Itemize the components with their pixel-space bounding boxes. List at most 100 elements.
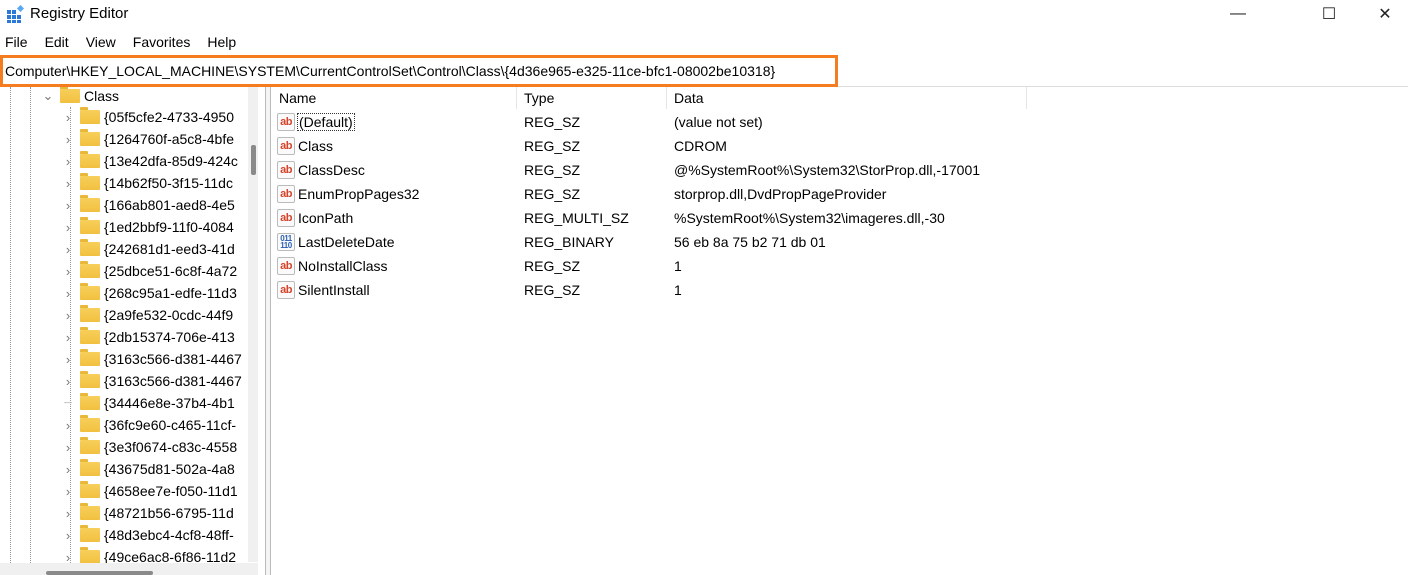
column-header-data[interactable]: Data [667,87,1027,109]
address-bar[interactable]: Computer\HKEY_LOCAL_MACHINE\SYSTEM\Curre… [0,55,838,87]
chevron-right-icon[interactable]: › [62,110,74,125]
tree-node[interactable]: › {13e42dfa-85d9-424c [62,150,238,172]
folder-icon [80,437,100,454]
tree-node[interactable]: › {3163c566-d381-4467 [62,348,242,370]
tree-node[interactable]: › {25dbce51-6c8f-4a72 [62,260,237,282]
tree-vertical-scrollbar[interactable] [248,87,258,562]
value-name: EnumPropPages32 [298,186,420,202]
value-name: IconPath [298,210,354,226]
scrollbar-thumb[interactable] [46,571,153,575]
tree-node-label: {2db15374-706e-413 [104,329,235,345]
chevron-right-icon[interactable]: › [62,286,74,301]
tree-node[interactable]: › {242681d1-eed3-41d [62,238,235,260]
chevron-right-icon[interactable]: › [62,198,74,213]
value-row[interactable]: ab (Default) REG_SZ (value not set) [272,110,763,134]
tree-node-label: {242681d1-eed3-41d [104,241,235,257]
tree-node[interactable]: › {3e3f0674-c83c-4558 [62,436,237,458]
value-data: @%SystemRoot%\System32\StorProp.dll,-170… [674,162,981,178]
menu-edit[interactable]: Edit [40,34,77,54]
chevron-right-icon[interactable]: › [62,264,74,279]
chevron-right-icon[interactable]: › [62,418,74,433]
value-row[interactable]: 011 110 LastDeleteDate REG_BINARY 56 eb 8a 7… [272,230,826,254]
chevron-right-icon[interactable]: › [62,484,74,499]
value-type: REG_SZ [524,258,581,274]
scrollbar-thumb[interactable] [251,145,256,175]
string-value-icon: ab [277,137,295,155]
tree-node[interactable]: › {2a9fe532-0cdc-44f9 [62,304,233,326]
tree-node[interactable]: › {4658ee7e-f050-11d1 [62,480,238,502]
value-type: REG_BINARY [524,234,614,250]
value-type: REG_SZ [524,162,581,178]
menu-view[interactable]: View [81,34,124,54]
close-button[interactable]: ✕ [1362,0,1408,28]
tree-node-label: {48721b56-6795-11d [104,505,234,521]
value-name: Class [298,138,334,154]
tree-node-label: {13e42dfa-85d9-424c [104,153,238,169]
chevron-down-icon[interactable]: ⌄ [42,88,54,104]
folder-icon [80,239,100,256]
menu-favorites[interactable]: Favorites [128,34,199,54]
pane-splitter[interactable] [265,87,271,575]
string-value-icon: ab [277,281,295,299]
value-row[interactable]: ab EnumPropPages32 REG_SZ storprop.dll,DvdP… [272,182,886,206]
folder-icon [80,459,100,476]
tree-node[interactable]: › {1264760f-a5c8-4bfe [62,128,234,150]
chevron-right-icon[interactable]: › [62,154,74,169]
tree-node[interactable]: ┈ {34446e8e-37b4-4b1 [62,392,235,414]
value-data: 1 [674,282,682,298]
folder-icon [80,217,100,234]
tree-node-class[interactable]: ⌄ Class [42,87,119,107]
chevron-right-icon[interactable]: › [62,132,74,147]
tree-node-label: {48d3ebc4-4cf8-48ff- [104,527,234,543]
tree-node[interactable]: › {14b62f50-3f15-11dc [62,172,233,194]
value-data: 56 eb 8a 75 b2 71 db 01 [674,234,826,250]
value-name: ClassDesc [298,162,365,178]
value-data: storprop.dll,DvdPropPageProvider [674,186,887,202]
menu-help[interactable]: Help [202,34,244,54]
tree-node-label: {1264760f-a5c8-4bfe [104,131,234,147]
chevron-right-icon[interactable]: › [62,220,74,235]
folder-icon [80,481,100,498]
registry-editor-icon [7,5,24,23]
chevron-right-icon[interactable]: › [62,440,74,455]
tree-node[interactable]: › {36fc9e60-c465-11cf- [62,414,236,436]
value-row[interactable]: ab SilentInstall REG_SZ 1 [272,278,682,302]
chevron-right-icon[interactable]: › [62,352,74,367]
tree-node[interactable]: › {2db15374-706e-413 [62,326,235,348]
tree-node[interactable]: › {43675d81-502a-4a8 [62,458,235,480]
column-header-name[interactable]: Name [272,87,517,109]
chevron-right-icon[interactable]: › [62,176,74,191]
chevron-right-icon[interactable]: › [62,528,74,543]
tree-node[interactable]: › {166ab801-aed8-4e5 [62,194,235,216]
tree-node-label: {34446e8e-37b4-4b1 [104,395,235,411]
chevron-right-icon[interactable]: › [62,462,74,477]
minimize-button[interactable]: — [1215,0,1261,28]
menu-file[interactable]: File [0,34,36,54]
tree-horizontal-scrollbar[interactable] [0,563,258,575]
maximize-button[interactable]: ☐ [1306,0,1352,28]
value-row[interactable]: ab NoInstallClass REG_SZ 1 [272,254,682,278]
tree-node[interactable]: › {05f5cfe2-4733-4950 [62,106,234,128]
value-name: LastDeleteDate [298,234,395,250]
chevron-right-icon[interactable]: › [62,506,74,521]
column-header-type[interactable]: Type [517,87,667,109]
value-row[interactable]: ab Class REG_SZ CDROM [272,134,727,158]
value-row[interactable]: ab IconPath REG_MULTI_SZ %SystemRoot%\Syste… [272,206,945,230]
folder-icon [80,371,100,388]
tree-node[interactable]: › {1ed2bbf9-11f0-4084 [62,216,234,238]
tree-node[interactable]: › {48d3ebc4-4cf8-48ff- [62,524,234,546]
list-header: Name Type Data [272,87,1027,109]
tree-node[interactable]: › {48721b56-6795-11d [62,502,234,524]
chevron-right-icon[interactable]: › [62,308,74,323]
chevron-right-icon[interactable]: › [62,242,74,257]
value-row[interactable]: ab ClassDesc REG_SZ @%SystemRoot%\System32\… [272,158,980,182]
folder-icon [80,283,100,300]
tree-node[interactable]: › {3163c566-d381-4467 [62,370,242,392]
chevron-right-icon[interactable]: › [62,374,74,389]
string-value-icon: ab [277,161,295,179]
string-value-icon: ab [277,185,295,203]
tree-node[interactable]: › {268c95a1-edfe-11d3 [62,282,237,304]
value-type: REG_SZ [524,186,581,202]
folder-icon [80,261,100,278]
chevron-right-icon[interactable]: › [62,330,74,345]
